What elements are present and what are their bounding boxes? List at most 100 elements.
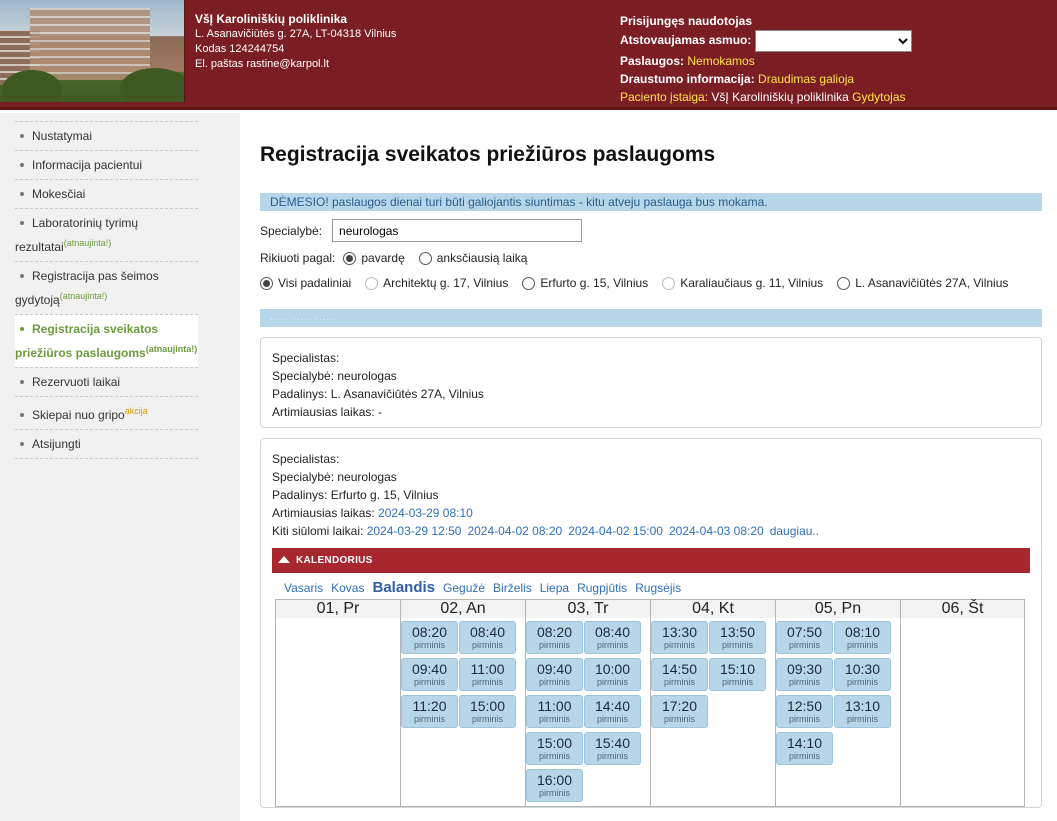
- notice-banner: DĖMESIO! paslaugos dienai turi būti gali…: [260, 193, 1042, 211]
- month-link[interactable]: Liepa: [540, 581, 569, 595]
- time-slot-button[interactable]: 12:50 pirminis: [776, 695, 833, 728]
- specialty-input[interactable]: [332, 219, 583, 242]
- time-slot-button[interactable]: 08:20 pirminis: [401, 621, 458, 654]
- sidebar-item[interactable]: Nustatymai: [15, 121, 198, 150]
- org-email: El. paštas rastine@karpol.lt: [195, 58, 330, 70]
- time-slot-button[interactable]: 13:50 pirminis: [709, 621, 766, 654]
- month-link[interactable]: Birželis: [493, 581, 532, 595]
- sort-by-earliest-radio[interactable]: [418, 251, 432, 265]
- other-time-link[interactable]: 2024-03-29 12:50: [367, 524, 462, 538]
- sort-by-surname-radio[interactable]: [343, 251, 357, 265]
- time-slot-button[interactable]: 13:30 pirminis: [651, 621, 708, 654]
- sidebar-item[interactable]: Registracija pas šeimos gydytoją(atnauji…: [15, 261, 198, 314]
- sidebar-item[interactable]: Informacija pacientui: [15, 150, 198, 179]
- day-column: 02, An 08:20 pirminis 08:40 pirminis 09:40 pir…: [400, 599, 525, 807]
- month-link[interactable]: Vasaris: [284, 581, 323, 595]
- time-slot-button[interactable]: 07:50 pirminis: [776, 621, 833, 654]
- specialist-nearest: Artimiausias laikas: -: [272, 405, 383, 419]
- time-slot-button[interactable]: 08:40 pirminis: [459, 621, 516, 654]
- specialist-card: Specialistas: Specialybė: neurologas Pad…: [260, 438, 1042, 808]
- bullet-icon: [20, 133, 24, 138]
- sidebar-item[interactable]: Mokesčiai: [15, 179, 198, 208]
- slot-type: pirminis: [596, 714, 628, 724]
- time-slot-button[interactable]: 15:00 pirminis: [526, 732, 583, 765]
- other-time-link[interactable]: 2024-04-03 08:20: [669, 524, 764, 538]
- branch-label: Architektų g. 17, Vilnius: [383, 276, 509, 290]
- slot-time: 17:20: [661, 698, 698, 714]
- more-times-link[interactable]: daugiau..: [770, 524, 819, 538]
- sidebar-item[interactable]: Laboratorinių tyrimų rezultatai(atnaujin…: [15, 208, 198, 261]
- month-link[interactable]: Rugpjūtis: [577, 581, 627, 595]
- sidebar-item[interactable]: Skiepai nuo gripoakcija: [15, 396, 198, 429]
- services-label: Paslaugos:: [620, 54, 685, 68]
- day-column: 01, Pr: [275, 599, 400, 807]
- time-slot-button[interactable]: 14:40 pirminis: [584, 695, 641, 728]
- time-slot-button[interactable]: 11:20 pirminis: [401, 695, 458, 728]
- calendar-toggle[interactable]: KALENDORIUS: [272, 548, 1030, 573]
- nearest-time-link[interactable]: 2024-03-29 08:10: [378, 506, 473, 520]
- month-link[interactable]: Gegužė: [443, 581, 485, 595]
- time-slot-button[interactable]: 10:00 pirminis: [584, 658, 641, 691]
- slot-time: 08:20: [411, 624, 448, 640]
- day-column: 06, Št: [900, 599, 1025, 807]
- slot-type: pirminis: [538, 788, 570, 798]
- time-slot-button[interactable]: 13:10 pirminis: [834, 695, 891, 728]
- sidebar-item-badge: (atnaujinta!): [145, 344, 198, 354]
- time-slot-button[interactable]: 15:00 pirminis: [459, 695, 516, 728]
- main-content: Registracija sveikatos priežiūros paslau…: [260, 113, 1042, 808]
- sidebar-item-badge: (atnaujinta!): [59, 291, 108, 301]
- time-slot-button[interactable]: 14:10 pirminis: [776, 732, 833, 765]
- month-link[interactable]: Kovas: [331, 581, 364, 595]
- branch-radio[interactable]: [837, 276, 851, 290]
- bullet-icon: [20, 326, 24, 331]
- time-slot-button[interactable]: 09:40 pirminis: [401, 658, 458, 691]
- branch-radio[interactable]: [260, 276, 273, 290]
- branch-radio[interactable]: [365, 276, 379, 290]
- time-slot-button[interactable]: 14:50 pirminis: [651, 658, 708, 691]
- time-slot-button[interactable]: 11:00 pirminis: [526, 695, 583, 728]
- sidebar-menu: Nustatymai Informacija pacientui Mokesčiai…: [15, 121, 198, 459]
- slot-type: pirminis: [846, 714, 878, 724]
- slot-type: pirminis: [663, 640, 695, 650]
- time-slot-button[interactable]: 08:40 pirminis: [584, 621, 641, 654]
- month-link[interactable]: Rugsėjis: [635, 581, 681, 595]
- sidebar-item[interactable]: Atsijungti: [15, 429, 198, 459]
- slot-type: pirminis: [413, 677, 445, 687]
- time-slot-button[interactable]: 11:00 pirminis: [459, 658, 516, 691]
- slot-time: 12:50: [786, 698, 823, 714]
- other-time-link[interactable]: 2024-04-02 08:20: [467, 524, 562, 538]
- sidebar-item-label: Informacija pacientui: [32, 158, 143, 172]
- slot-type: pirminis: [538, 714, 570, 724]
- institution-label: Paciento įstaiga:: [620, 90, 709, 104]
- specialist-specialty: Specialybė: neurologas: [272, 470, 397, 484]
- time-slot-button[interactable]: 09:30 pirminis: [776, 658, 833, 691]
- insurance-label: Draustumo informacija:: [620, 72, 755, 86]
- specialist-specialty: Specialybė: neurologas: [272, 369, 397, 383]
- slot-time: 07:50: [786, 624, 823, 640]
- sidebar-item[interactable]: Rezervuoti laikai: [15, 367, 198, 396]
- other-time-link[interactable]: 2024-04-02 15:00: [568, 524, 663, 538]
- time-slot-button[interactable]: 08:10 pirminis: [834, 621, 891, 654]
- slot-type: pirminis: [596, 640, 628, 650]
- branch-radio[interactable]: [662, 276, 676, 290]
- collapse-triangle-icon: [278, 556, 290, 563]
- represented-person-select[interactable]: [754, 30, 912, 52]
- time-slot-button[interactable]: 16:00 pirminis: [526, 769, 583, 802]
- day-header: 03, Tr: [526, 600, 650, 618]
- time-slot-button[interactable]: 17:20 pirminis: [651, 695, 708, 728]
- time-slot-button[interactable]: 10:30 pirminis: [834, 658, 891, 691]
- slot-time: 13:30: [661, 624, 698, 640]
- branch-label: Karaliaučiaus g. 11, Vilnius: [680, 276, 824, 290]
- time-slot-button[interactable]: 08:20 pirminis: [526, 621, 583, 654]
- time-slot-button[interactable]: 09:40 pirminis: [526, 658, 583, 691]
- sidebar-item[interactable]: Registracija sveikatos priežiūros paslau…: [15, 314, 198, 367]
- slot-type: pirminis: [596, 751, 628, 761]
- month-nav: Vasaris Kovas Balandis Gegužė Birželis Liepa R…: [272, 573, 1030, 599]
- branch-radio[interactable]: [522, 276, 536, 290]
- slot-time: 08:40: [469, 624, 506, 640]
- time-slot-button[interactable]: 15:40 pirminis: [584, 732, 641, 765]
- month-link[interactable]: Balandis: [372, 579, 435, 596]
- slot-type: pirminis: [721, 640, 753, 650]
- represented-label: Atstovaujamas asmuo:: [620, 33, 752, 48]
- time-slot-button[interactable]: 15:10 pirminis: [709, 658, 766, 691]
